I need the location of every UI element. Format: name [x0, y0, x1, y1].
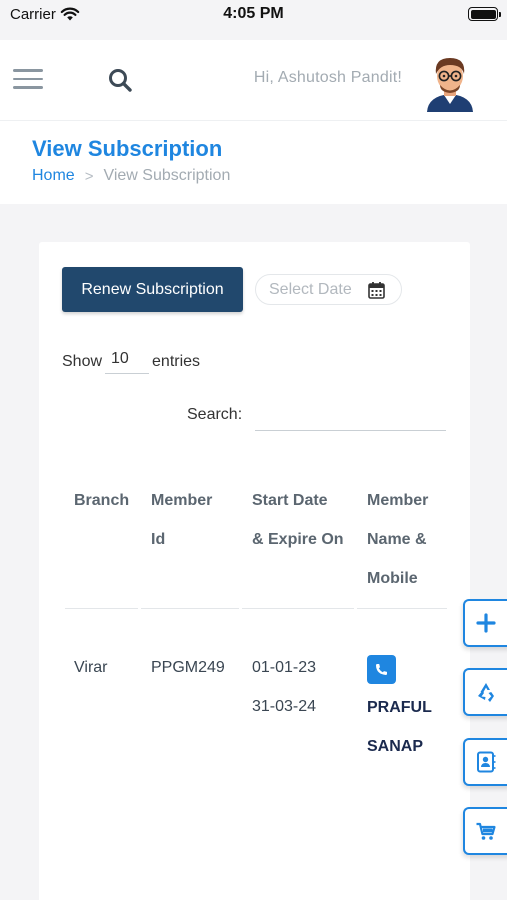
- menu-icon[interactable]: [13, 69, 43, 89]
- app-header: Hi, Ashutosh Pandit!: [0, 40, 507, 120]
- entries-control: Show 10 entries: [62, 350, 200, 374]
- header-line: Name &: [367, 531, 427, 548]
- column-header-dates[interactable]: Start Date & Expire On: [252, 481, 344, 559]
- search-input[interactable]: [255, 402, 446, 431]
- cell-member-id: PPGM249: [151, 659, 225, 676]
- date-placeholder: Select Date: [269, 281, 352, 298]
- user-greeting: Hi, Ashutosh Pandit!: [253, 69, 402, 86]
- avatar[interactable]: [424, 52, 476, 112]
- header-divider: [141, 608, 239, 609]
- member-name-line: SANAP: [367, 738, 424, 755]
- status-bar: Carrier 4:05 PM: [0, 0, 507, 40]
- member-name-line: PRAFUL: [367, 699, 432, 716]
- add-button[interactable]: [463, 599, 507, 647]
- header-line: Member: [367, 492, 429, 509]
- header-divider: [65, 608, 138, 609]
- breadcrumb: Home > View Subscription: [32, 167, 230, 185]
- expire-date: 31-03-24: [252, 698, 317, 715]
- member-name: PRAFUL SANAP: [367, 688, 432, 766]
- renew-button[interactable]: [463, 668, 507, 716]
- clock: 4:05 PM: [223, 5, 284, 22]
- battery-icon: [468, 7, 501, 21]
- calendar-icon: [368, 281, 385, 304]
- column-header-member-id[interactable]: Member Id: [151, 481, 212, 559]
- entries-select[interactable]: 10: [105, 350, 150, 374]
- column-header-branch[interactable]: Branch: [74, 481, 129, 520]
- header-line: Start Date: [252, 492, 328, 509]
- header-divider: [357, 608, 447, 609]
- breadcrumb-current: View Subscription: [103, 167, 231, 184]
- header-line: Mobile: [367, 570, 418, 587]
- header-line: & Expire On: [252, 531, 344, 548]
- breadcrumb-home-link[interactable]: Home: [32, 167, 75, 185]
- cart-button[interactable]: [463, 807, 507, 855]
- entries-label: entries: [152, 353, 201, 370]
- cell-branch: Virar: [74, 659, 108, 676]
- phone-icon[interactable]: [367, 655, 396, 684]
- chevron-right-icon: >: [84, 167, 94, 185]
- show-label: Show: [62, 353, 103, 370]
- cell-dates: 01-01-23 31-03-24: [252, 648, 316, 726]
- search-label: Search:: [187, 406, 243, 423]
- renew-subscription-button[interactable]: Renew Subscription: [62, 267, 243, 312]
- contacts-button[interactable]: [463, 738, 507, 786]
- search-icon[interactable]: [106, 66, 134, 94]
- page-header: View Subscription Home > View Subscripti…: [0, 120, 507, 204]
- header-line: Member: [151, 492, 213, 509]
- start-date: 01-01-23: [252, 659, 317, 676]
- page-title: View Subscription: [32, 136, 223, 161]
- header-divider: [242, 608, 354, 609]
- date-picker[interactable]: Select Date: [255, 274, 402, 305]
- header-line: Id: [151, 531, 166, 548]
- column-header-member[interactable]: Member Name & Mobile: [367, 481, 428, 598]
- subscription-card: Renew Subscription Select Date Show 10 e…: [39, 242, 470, 900]
